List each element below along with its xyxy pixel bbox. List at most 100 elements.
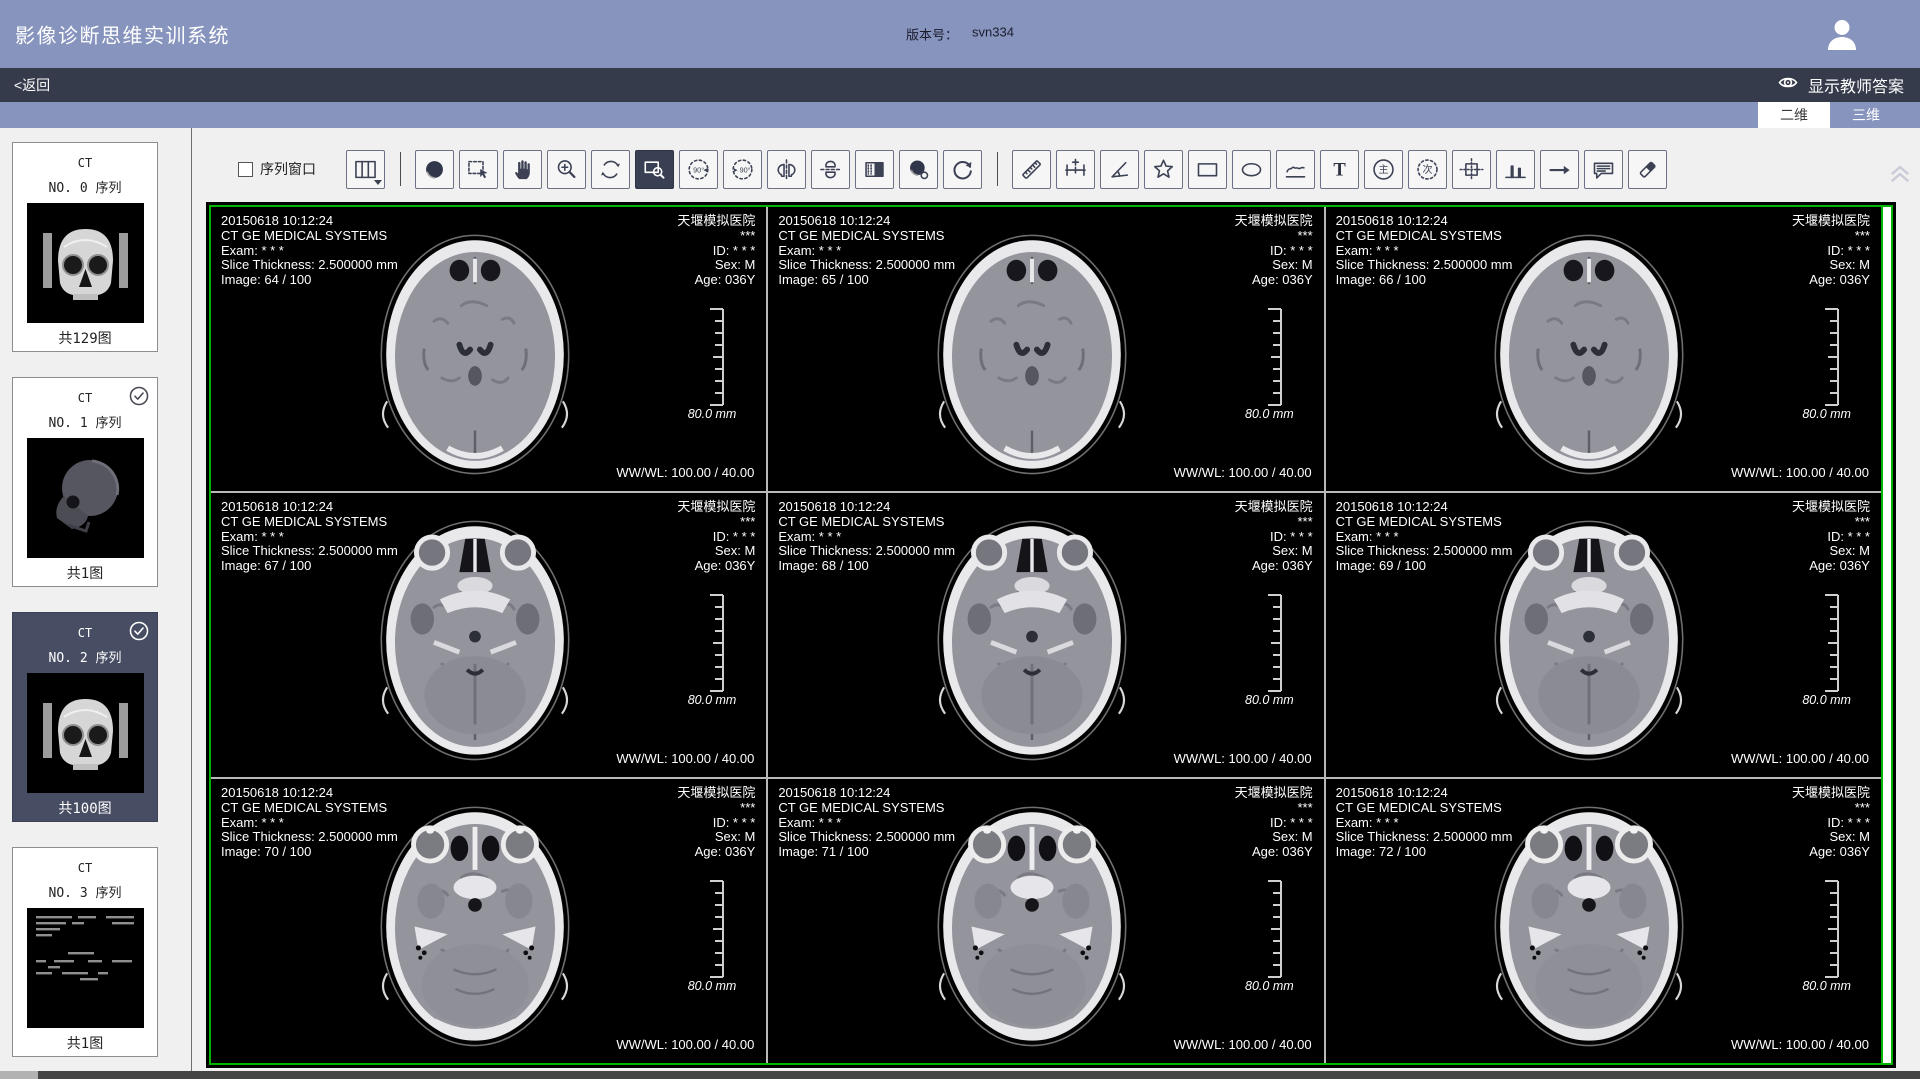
viewer-cell-6[interactable]: 20150618 10:12:24CT GE MEDICAL SYSTEMSEx… [211,779,766,1063]
cell-datetime: 20150618 10:12:24 [221,786,398,801]
viewer-cell-0[interactable]: 20150618 10:12:24CT GE MEDICAL SYSTEMSEx… [211,207,766,491]
viewer-cells: 20150618 10:12:24 CT GE MEDICAL SYSTEMS Ex… [211,207,1881,1063]
tool-rotate-button[interactable] [591,150,630,189]
tool-window-single-button[interactable] [899,150,938,189]
tool-layout-button[interactable] [346,150,385,189]
svg-text:90°: 90° [740,165,751,174]
viewer-cell-3[interactable]: 20150618 10:12:24CT GE MEDICAL SYSTEMSEx… [211,493,766,777]
cell-image-number: Image: 65 / 100 [778,273,955,288]
series-card-1[interactable]: CTNO. 1 序列共1图 [12,377,158,587]
tool-zoom-button[interactable] [547,150,586,189]
cell-hospital: 天堰模拟医院 [1792,500,1870,515]
tool-rotate-left-90-button[interactable]: 90° [679,150,718,189]
series-count: 共1图 [13,1033,157,1053]
show-teacher-answer-button[interactable]: 显示教师答案 [1777,68,1904,102]
tool-roi-rect-button[interactable] [1188,150,1227,189]
cell-datetime: 20150618 10:12:24 [778,786,955,801]
tool-zoom-region-button[interactable] [635,150,674,189]
svg-text:90°: 90° [693,165,704,174]
series-sidebar: CTNO. 0 序列共129图 CTNO. 1 序列共1图 CTNO. 2 序列共1… [0,128,190,1071]
tool-measure-angle-button[interactable] [1100,150,1139,189]
series-window-label: 序列窗口 [260,159,316,179]
tool-flip-horizontal-button[interactable] [767,150,806,189]
ct-image [934,229,1130,480]
series-card-2[interactable]: CTNO. 2 序列共100图 [12,612,158,822]
dimension-tabstrip: 二维 三维 [0,102,1920,128]
cell-age: Age: 036Y [677,845,755,860]
tool-comment-button[interactable] [1584,150,1623,189]
tool-pan-button[interactable] [503,150,542,189]
cell-age: Age: 036Y [677,273,755,288]
cell-exam: Exam: * * * [221,530,398,545]
show-teacher-answer-label: 显示教师答案 [1808,73,1904,97]
tool-eraser-button[interactable] [1628,150,1667,189]
cell-info-left: 20150618 10:12:24CT GE MEDICAL SYSTEMSEx… [221,214,398,288]
cell-image-number: Image: 66 / 100 [1336,273,1513,288]
tool-profile-curve-button[interactable] [1276,150,1315,189]
scale-ruler-icon [1260,878,1284,985]
tool-flip-vertical-button[interactable] [811,150,850,189]
viewer-cell-2[interactable]: 20150618 10:12:24CT GE MEDICAL SYSTEMSEx… [1326,207,1881,491]
version-label: 版本号： [906,25,958,44]
viewer-cell-1[interactable]: 20150618 10:12:24CT GE MEDICAL SYSTEMSEx… [768,207,1323,491]
cell-info-right: 天堰模拟医院***ID: * * *Sex: MAge: 036Y [1792,214,1870,288]
tool-measure-caliper-button[interactable] [1056,150,1095,189]
cell-slice-thickness: Slice Thickness: 2.500000 mm [778,830,955,845]
scale-label: 80.0 mm [1245,407,1294,421]
window-level-label: WW/WL: 100.00 / 40.00 [1731,1037,1869,1052]
ct-image [377,229,573,480]
scale-ruler-icon [702,592,726,699]
back-button[interactable]: <返回 [14,68,50,102]
tool-histogram-button[interactable] [1496,150,1535,189]
toolbar-separator [997,152,998,186]
tool-window-level-button[interactable] [415,150,454,189]
cell-masked-id: *** [1235,229,1313,244]
tool-measure-line-button[interactable] [1012,150,1051,189]
horizontal-scrollbar[interactable] [0,1071,1920,1079]
window-level-label: WW/WL: 100.00 / 40.00 [1731,751,1869,766]
cell-hospital: 天堰模拟医院 [677,500,755,515]
collapse-panel-button[interactable] [1887,160,1913,186]
tab-2d[interactable]: 二维 [1758,102,1830,128]
cell-masked-id: *** [1235,515,1313,530]
cell-sex: Sex: M [1792,258,1870,273]
horizontal-scrollbar-thumb[interactable] [38,1071,1920,1079]
viewer-cell-4[interactable]: 20150618 10:12:24CT GE MEDICAL SYSTEMSEx… [768,493,1323,777]
tool-select-button[interactable] [459,150,498,189]
series-card-3[interactable]: CTNO. 3 序列共1图 [12,847,158,1057]
viewer-main: 序列窗口 90° 90° T主次 20150618 10:12:24 CT GE ME… [192,128,1920,1071]
cell-masked-id: *** [677,515,755,530]
series-card-0[interactable]: CTNO. 0 序列共129图 [12,142,158,352]
cell-age: Age: 036Y [677,559,755,574]
cell-hospital: 天堰模拟医院 [1235,786,1313,801]
tool-text-annotation-button[interactable]: T [1320,150,1359,189]
tool-rotate-right-90-button[interactable]: 90° [723,150,762,189]
tool-arrow-annotation-button[interactable] [1540,150,1579,189]
user-avatar-icon[interactable] [1822,14,1862,54]
series-window-checkbox[interactable]: 序列窗口 [238,159,316,179]
viewer-cell-5[interactable]: 20150618 10:12:24CT GE MEDICAL SYSTEMSEx… [1326,493,1881,777]
tool-roi-freehand-button[interactable] [1144,150,1183,189]
cell-image-number: Image: 68 / 100 [778,559,955,574]
tool-main-mark-button[interactable]: 主 [1364,150,1403,189]
top-header: 影像诊断思维实训系统 版本号： svn334 [0,0,1920,68]
series-name: NO. 1 序列 [13,412,157,431]
cell-image-number: Image: 67 / 100 [221,559,398,574]
viewer-cell-8[interactable]: 20150618 10:12:24CT GE MEDICAL SYSTEMSEx… [1326,779,1881,1063]
tool-secondary-mark-button[interactable]: 次 [1408,150,1447,189]
cell-masked-id: *** [1792,515,1870,530]
toolbar-separator [400,152,401,186]
tool-reset-button[interactable] [943,150,982,189]
scale-label: 80.0 mm [688,979,737,993]
series-count: 共100图 [13,798,157,818]
cell-manufacturer: CT GE MEDICAL SYSTEMS [1336,801,1513,816]
tool-roi-ellipse-button[interactable] [1232,150,1271,189]
scale-ruler-icon [1260,306,1284,413]
cell-exam: Exam: * * * [778,816,955,831]
tool-localizer-button[interactable] [1452,150,1491,189]
tab-3d[interactable]: 三维 [1830,102,1902,128]
viewer-vertical-scrollbar[interactable] [1881,207,1891,1063]
viewer-cell-7[interactable]: 20150618 10:12:24CT GE MEDICAL SYSTEMSEx… [768,779,1323,1063]
cell-manufacturer: CT GE MEDICAL SYSTEMS [778,229,955,244]
tool-invert-button[interactable] [855,150,894,189]
